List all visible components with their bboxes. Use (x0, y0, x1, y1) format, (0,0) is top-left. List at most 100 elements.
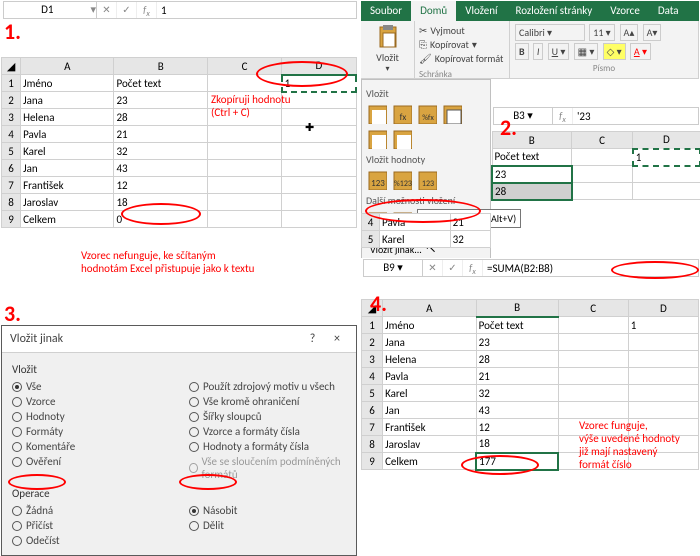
font-select[interactable]: Calibri ▾ (515, 24, 585, 41)
radio-formulas[interactable]: Vzorce (12, 395, 169, 408)
cell[interactable]: Jméno (383, 317, 477, 334)
col-header[interactable]: B (114, 58, 207, 75)
cell[interactable] (207, 211, 281, 228)
col-header[interactable]: C (558, 300, 628, 317)
cell[interactable] (633, 183, 700, 200)
formula-value[interactable]: =SUMA(B2:B8) (483, 262, 553, 275)
chevron-down-icon[interactable]: ▾ (90, 2, 96, 18)
cell[interactable] (282, 109, 356, 126)
name-box[interactable]: D1 ▾ (3, 1, 97, 19)
cell[interactable] (558, 402, 628, 419)
radio-op-subtract[interactable]: Odečíst (12, 534, 169, 547)
paste-values-icon[interactable]: 123 (366, 169, 388, 191)
cell[interactable]: Počet text (492, 149, 572, 166)
cell[interactable] (558, 385, 628, 402)
radio-values-numfmt[interactable]: Hodnoty a formáty čísla (189, 440, 346, 453)
radio-noborder[interactable]: Vše kromě ohraničení (189, 395, 346, 408)
cell[interactable]: 43 (476, 402, 558, 419)
cell[interactable] (207, 160, 281, 177)
formula-bar[interactable]: ✕ ✓ fx 1 (97, 1, 357, 19)
radio-values[interactable]: Hodnoty (12, 410, 169, 423)
row-header[interactable]: 6 (2, 160, 21, 177)
row-header[interactable]: 1 (2, 75, 21, 92)
row-header[interactable]: 7 (362, 419, 383, 436)
row-header[interactable]: 2 (362, 334, 383, 351)
radio-validation[interactable]: Ověření (12, 455, 169, 468)
paste-option-icon[interactable]: fx (391, 103, 413, 125)
cell[interactable]: 1 (628, 317, 698, 334)
format-painter-button[interactable]: 🖌Kopírovat formát (419, 52, 505, 65)
cell[interactable]: Helena (383, 351, 477, 368)
cell[interactable] (628, 368, 698, 385)
cell[interactable] (282, 160, 356, 177)
copy-button[interactable]: ⎘Kopírovat ▾ (419, 38, 505, 51)
cell[interactable]: Karel (21, 143, 114, 160)
radio-op-none[interactable]: Žádná (12, 504, 169, 517)
cell[interactable]: Jan (383, 402, 477, 419)
row-header[interactable]: 5 (2, 143, 21, 160)
paste-button[interactable]: Vložit ▾ (361, 21, 415, 78)
cell-copy-selection[interactable]: 1 (633, 149, 700, 166)
cell[interactable]: 23 (114, 92, 207, 109)
name-box[interactable]: B9 ▾ (363, 259, 423, 277)
radio-widths[interactable]: Šířky sloupců (189, 410, 346, 423)
row-header[interactable]: 9 (2, 211, 21, 228)
confirm-icon[interactable]: ✓ (117, 2, 137, 18)
cell[interactable]: Pavla (383, 368, 477, 385)
cell[interactable] (558, 334, 628, 351)
font-color-button[interactable]: A ▾ (630, 43, 651, 60)
radio-formats[interactable]: Formáty (12, 425, 169, 438)
cell[interactable]: Jméno (21, 75, 114, 92)
row-header[interactable]: 9 (362, 453, 383, 470)
col-header[interactable]: B (476, 300, 558, 317)
col-header[interactable]: C (572, 132, 633, 149)
cell[interactable] (628, 334, 698, 351)
paste-option-icon[interactable] (366, 103, 388, 125)
cell[interactable] (207, 143, 281, 160)
row-header[interactable]: 5 (362, 385, 383, 402)
radio-op-add[interactable]: Přičíst (12, 519, 169, 532)
formula-value[interactable]: '23 (573, 110, 591, 123)
row-header[interactable]: 3 (2, 109, 21, 126)
cell[interactable] (572, 183, 633, 200)
grow-font-button[interactable]: A▴ (620, 24, 639, 41)
cell[interactable]: Pavla (21, 126, 114, 143)
cell[interactable]: 18 (476, 436, 558, 453)
cell[interactable] (282, 126, 356, 143)
cell[interactable]: 23 (476, 334, 558, 351)
cell[interactable]: František (383, 419, 477, 436)
cell[interactable]: Jan (21, 160, 114, 177)
close-button[interactable]: × (326, 330, 348, 348)
cell[interactable]: František (21, 177, 114, 194)
underline-button[interactable]: U ▾ (548, 43, 570, 60)
cell[interactable]: 21 (476, 368, 558, 385)
cell[interactable]: 32 (114, 143, 207, 160)
col-header[interactable]: D (633, 132, 700, 149)
radio-formulas-numfmt[interactable]: Vzorce a formáty čísla (189, 425, 346, 438)
formula-bar[interactable]: fx '23 (553, 107, 699, 125)
cell[interactable] (282, 92, 356, 109)
radio-op-multiply[interactable]: Násobit (189, 504, 346, 517)
cell[interactable]: 28 (476, 351, 558, 368)
cell-selection[interactable]: 23 (492, 166, 572, 183)
paste-values-icon[interactable]: %123 (391, 169, 413, 191)
radio-all[interactable]: Vše (12, 380, 169, 393)
cell[interactable]: Jana (383, 334, 477, 351)
size-select[interactable]: 11 ▾ (589, 24, 615, 41)
cell[interactable] (558, 368, 628, 385)
paste-option-icon[interactable] (441, 103, 463, 125)
paste-values-icon[interactable]: 123 (416, 169, 438, 191)
cut-button[interactable]: ✂Vyjmout (419, 24, 505, 37)
col-header[interactable]: A (383, 300, 477, 317)
cell[interactable] (558, 351, 628, 368)
fill-color-button[interactable]: ◇ ▾ (603, 43, 626, 60)
cell[interactable]: Počet text (114, 75, 207, 92)
tab-file[interactable]: Soubor (361, 1, 411, 21)
cell[interactable]: 12 (114, 177, 207, 194)
cell[interactable] (628, 351, 698, 368)
border-button[interactable]: ▦ ▾ (574, 43, 599, 60)
cell[interactable]: Počet text (476, 317, 558, 334)
cancel-icon[interactable]: ✕ (423, 260, 443, 276)
confirm-icon[interactable]: ✓ (443, 260, 463, 276)
cell[interactable]: Karel (383, 385, 477, 402)
